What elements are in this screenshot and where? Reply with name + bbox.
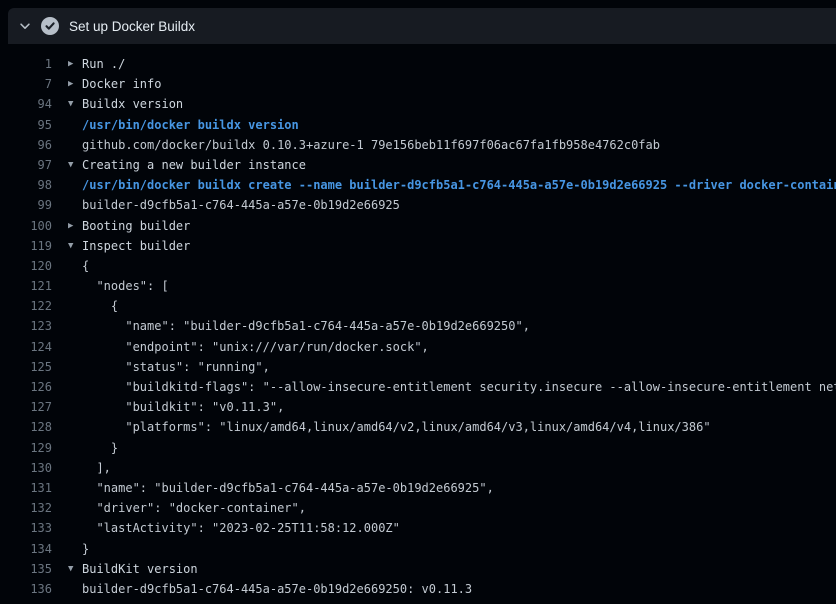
log-line: 131 "name": "builder-d9cfb5a1-c764-445a-… [0,478,836,498]
step-title: Set up Docker Buildx [69,19,195,34]
line-number[interactable]: 95 [0,115,52,135]
line-number[interactable]: 96 [0,135,52,155]
step-header[interactable]: Set up Docker Buildx [8,8,836,44]
log-line: 126 "buildkitd-flags": "--allow-insecure… [0,377,836,397]
line-number[interactable]: 125 [0,357,52,377]
log-line: 95 /usr/bin/docker buildx version [0,115,836,135]
log-line: 99 builder-d9cfb5a1-c764-445a-a57e-0b19d… [0,195,836,215]
line-number[interactable]: 99 [0,195,52,215]
collapse-group-icon[interactable]: ▼ [68,94,82,114]
line-number[interactable]: 132 [0,498,52,518]
expand-group-icon[interactable]: ▶ [68,54,82,74]
log-line: 125 "status": "running", [0,357,836,377]
collapse-group-icon[interactable]: ▼ [68,559,82,579]
log-line[interactable]: 1 ▶ Run ./ [0,54,836,74]
log-line[interactable]: 135 ▼ BuildKit version [0,559,836,579]
collapse-group-icon[interactable]: ▼ [68,236,82,256]
log-line: 124 "endpoint": "unix:///var/run/docker.… [0,337,836,357]
log-area: 1 ▶ Run ./ 7 ▶ Docker info 94 ▼ Buildx v… [0,44,836,604]
log-line: 136 builder-d9cfb5a1-c764-445a-a57e-0b19… [0,579,836,599]
line-number[interactable]: 127 [0,397,52,417]
log-line: 134 } [0,539,836,559]
log-line: 132 "driver": "docker-container", [0,498,836,518]
line-number[interactable]: 131 [0,478,52,498]
line-number[interactable]: 124 [0,337,52,357]
line-number[interactable]: 130 [0,458,52,478]
log-line: 123 "name": "builder-d9cfb5a1-c764-445a-… [0,316,836,336]
line-number[interactable]: 135 [0,559,52,579]
line-number[interactable]: 126 [0,377,52,397]
log-line[interactable]: 94 ▼ Buildx version [0,94,836,114]
line-number[interactable]: 100 [0,216,52,236]
line-number[interactable]: 120 [0,256,52,276]
check-circle-icon [41,17,59,35]
log-line: 133 "lastActivity": "2023-02-25T11:58:12… [0,518,836,538]
log-line: 96 github.com/docker/buildx 0.10.3+azure… [0,135,836,155]
expand-group-icon[interactable]: ▶ [68,74,82,94]
log-line: 98 /usr/bin/docker buildx create --name … [0,175,836,195]
log-line[interactable]: 7 ▶ Docker info [0,74,836,94]
line-number[interactable]: 97 [0,155,52,175]
log-line: 130 ], [0,458,836,478]
line-number[interactable]: 134 [0,539,52,559]
line-number[interactable]: 123 [0,316,52,336]
log-line: 129 } [0,438,836,458]
line-number[interactable]: 121 [0,276,52,296]
log-line: 122 { [0,296,836,316]
line-number[interactable]: 119 [0,236,52,256]
expand-group-icon[interactable]: ▶ [68,216,82,236]
chevron-down-icon[interactable] [18,19,32,33]
line-number[interactable]: 128 [0,417,52,437]
line-number[interactable]: 129 [0,438,52,458]
log-line[interactable]: 100 ▶ Booting builder [0,216,836,236]
line-number[interactable]: 98 [0,175,52,195]
log-line[interactable]: 97 ▼ Creating a new builder instance [0,155,836,175]
line-number[interactable]: 94 [0,94,52,114]
log-line: 127 "buildkit": "v0.11.3", [0,397,836,417]
line-number[interactable]: 133 [0,518,52,538]
log-line[interactable]: 119 ▼ Inspect builder [0,236,836,256]
log-line: 121 "nodes": [ [0,276,836,296]
line-number[interactable]: 7 [0,74,52,94]
collapse-group-icon[interactable]: ▼ [68,155,82,175]
line-number[interactable]: 122 [0,296,52,316]
log-line: 120 { [0,256,836,276]
line-number[interactable]: 136 [0,579,52,599]
log-line: 128 "platforms": "linux/amd64,linux/amd6… [0,417,836,437]
workflow-log-viewer: Set up Docker Buildx 1 ▶ Run ./ 7 ▶ Dock… [0,0,836,604]
line-number[interactable]: 1 [0,54,52,74]
